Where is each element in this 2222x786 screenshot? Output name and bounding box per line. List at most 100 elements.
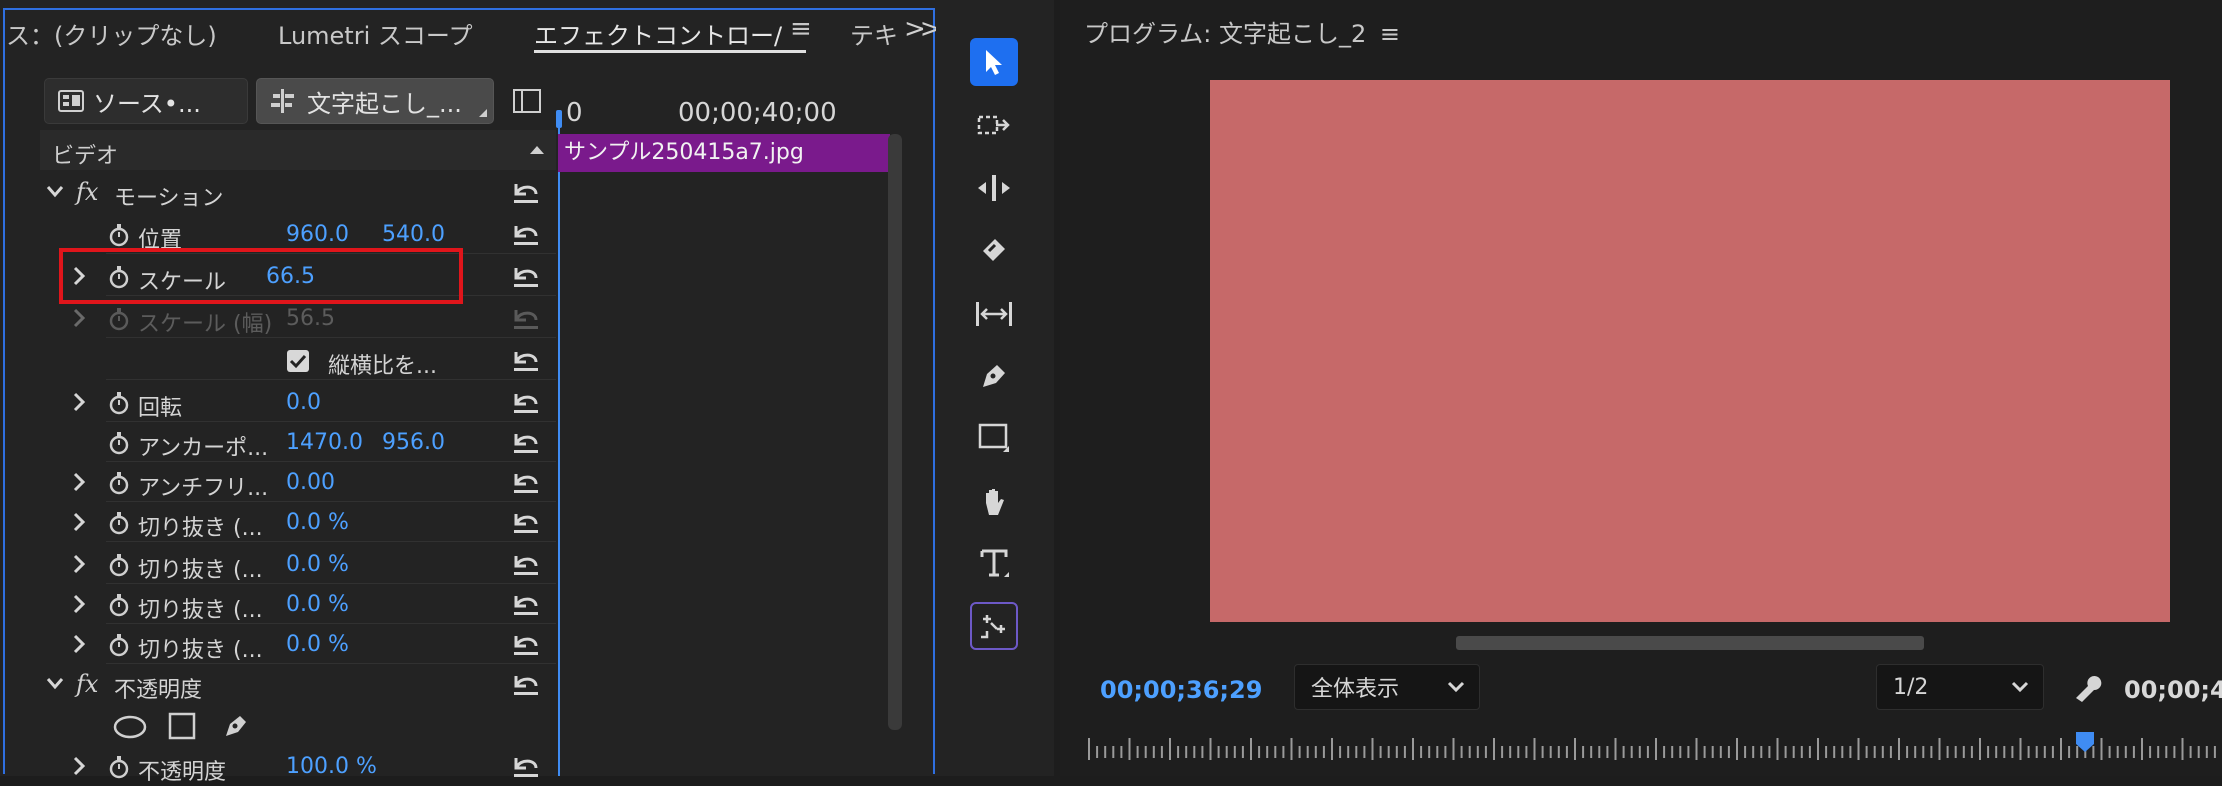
stopwatch-icon[interactable] bbox=[108, 223, 130, 247]
opacity-value[interactable]: 100.0 % bbox=[286, 754, 377, 779]
crop-value[interactable]: 0.0 % bbox=[286, 632, 349, 657]
chevron-right-icon[interactable] bbox=[72, 472, 86, 492]
tab-overflow-icon[interactable]: >> bbox=[904, 14, 941, 44]
tab-lumetri-scopes[interactable]: Lumetri スコープ bbox=[278, 16, 472, 51]
ripple-edit-tool[interactable] bbox=[970, 164, 1018, 212]
tab-text[interactable]: テキ bbox=[850, 16, 898, 51]
ruler-tick bbox=[2076, 746, 2079, 758]
show-timeline-toggle-icon[interactable] bbox=[512, 88, 542, 114]
reset-icon[interactable] bbox=[510, 510, 542, 536]
crop-value[interactable]: 0.0 % bbox=[286, 552, 349, 577]
zoom-level-dropdown[interactable]: 全体表示 bbox=[1294, 664, 1480, 710]
track-select-tool[interactable] bbox=[970, 102, 1018, 150]
hand-tool[interactable] bbox=[970, 478, 1018, 526]
auto-reframe-tool[interactable] bbox=[970, 602, 1018, 650]
wrench-icon[interactable] bbox=[2072, 672, 2104, 704]
position-x-value[interactable]: 960.0 bbox=[286, 222, 349, 247]
antiflicker-value[interactable]: 0.00 bbox=[286, 470, 335, 495]
razor-tool[interactable] bbox=[970, 226, 1018, 274]
anchor-x-value[interactable]: 1470.0 bbox=[286, 430, 363, 455]
reset-icon[interactable] bbox=[510, 672, 542, 698]
ellipse-mask-icon[interactable] bbox=[112, 714, 148, 740]
slip-tool[interactable] bbox=[970, 290, 1018, 338]
ruler-tick bbox=[1574, 738, 1576, 760]
chevron-right-icon[interactable] bbox=[72, 554, 86, 574]
reset-icon[interactable] bbox=[510, 470, 542, 496]
stopwatch-icon[interactable] bbox=[108, 511, 130, 535]
timeline-ruler[interactable] bbox=[1084, 730, 2222, 770]
opacity-label: 不透明度 bbox=[114, 678, 203, 703]
tab-source[interactable]: ス：(クリップなし) bbox=[6, 16, 217, 51]
reset-icon[interactable] bbox=[510, 552, 542, 578]
ruler-tick bbox=[1201, 746, 1204, 758]
crop-value[interactable]: 0.0 % bbox=[286, 510, 349, 535]
ruler-tick bbox=[1865, 746, 1868, 758]
crop-value[interactable]: 0.0 % bbox=[286, 592, 349, 617]
sequence-clip-selector[interactable]: 文字起こし_... bbox=[256, 78, 494, 124]
chevron-right-icon[interactable] bbox=[72, 594, 86, 614]
chevron-down-icon[interactable] bbox=[46, 184, 64, 198]
timeline-clip[interactable]: サンプル250415a7.jpg bbox=[558, 134, 890, 172]
uniform-scale-checkbox[interactable] bbox=[286, 349, 310, 373]
fx-badge-icon[interactable]: fx bbox=[76, 178, 98, 206]
playhead-handle[interactable] bbox=[556, 110, 562, 128]
reset-icon[interactable] bbox=[510, 390, 542, 416]
ruler-tick bbox=[2205, 746, 2208, 758]
collapse-up-icon[interactable] bbox=[528, 144, 546, 156]
chevron-right-icon[interactable] bbox=[72, 756, 86, 776]
reset-icon[interactable] bbox=[510, 264, 542, 290]
position-y-value[interactable]: 540.0 bbox=[382, 222, 445, 247]
source-clip-selector[interactable]: ソース•... bbox=[44, 78, 248, 124]
anchor-y-value[interactable]: 956.0 bbox=[382, 430, 445, 455]
ruler-tick bbox=[1679, 746, 1682, 758]
reset-icon[interactable] bbox=[510, 348, 542, 374]
panel-menu-icon[interactable]: ≡ bbox=[1380, 20, 1400, 48]
pen-tool[interactable] bbox=[970, 352, 1018, 400]
ruler-tick bbox=[1841, 746, 1844, 758]
stopwatch-icon[interactable] bbox=[108, 553, 130, 577]
ruler-tick bbox=[1719, 746, 1722, 758]
ruler-tick bbox=[1938, 738, 1941, 760]
pen-mask-icon[interactable] bbox=[220, 710, 252, 742]
chevron-right-icon[interactable] bbox=[72, 512, 86, 532]
stopwatch-icon[interactable] bbox=[108, 471, 130, 495]
playhead-timecode[interactable]: 00;00;36;29 bbox=[1100, 676, 1262, 704]
chevron-down-icon[interactable] bbox=[46, 676, 64, 690]
reset-icon[interactable] bbox=[510, 592, 542, 618]
reset-icon[interactable] bbox=[510, 632, 542, 658]
fx-badge-icon[interactable]: fx bbox=[76, 670, 98, 698]
stopwatch-icon[interactable] bbox=[108, 633, 130, 657]
rectangle-tool[interactable] bbox=[970, 414, 1018, 462]
rotation-value[interactable]: 0.0 bbox=[286, 390, 321, 415]
program-monitor-title[interactable]: プログラム: 文字起こし_2 ≡ bbox=[1084, 14, 1400, 49]
vertical-scrollbar[interactable] bbox=[888, 134, 902, 730]
stopwatch-icon[interactable] bbox=[108, 593, 130, 617]
reset-icon[interactable] bbox=[510, 430, 542, 456]
playback-resolution-dropdown[interactable]: 1/2 bbox=[1876, 664, 2044, 710]
ruler-tick bbox=[1857, 738, 1860, 760]
stopwatch-icon[interactable] bbox=[108, 391, 130, 415]
reset-icon[interactable] bbox=[510, 754, 542, 780]
reset-icon[interactable] bbox=[510, 180, 542, 206]
program-canvas[interactable] bbox=[1210, 80, 2170, 622]
ruler-tick bbox=[1752, 746, 1755, 758]
horizontal-scrollbar[interactable] bbox=[1456, 636, 1924, 650]
chevron-right-icon[interactable] bbox=[72, 392, 86, 412]
tab-menu-icon[interactable]: ≡ bbox=[790, 14, 812, 44]
ruler-tick bbox=[1671, 746, 1674, 758]
motion-effect-row[interactable]: fx モーション bbox=[40, 172, 556, 212]
ruler-tick bbox=[2027, 746, 2030, 758]
reset-icon[interactable] bbox=[510, 222, 542, 248]
rectangle-mask-icon[interactable] bbox=[168, 712, 196, 740]
selection-tool[interactable] bbox=[970, 38, 1018, 86]
chevron-right-icon[interactable] bbox=[72, 634, 86, 654]
type-tool[interactable] bbox=[970, 540, 1018, 588]
tab-effect-controls[interactable]: エフェクトコントロー/ bbox=[534, 16, 782, 51]
stopwatch-icon[interactable] bbox=[108, 431, 130, 455]
ruler-tick bbox=[1509, 746, 1512, 758]
stopwatch-icon[interactable] bbox=[108, 755, 130, 779]
ruler-tick bbox=[1322, 746, 1325, 758]
ruler-playhead-icon[interactable] bbox=[2076, 732, 2094, 752]
opacity-effect-row[interactable]: fx 不透明度 bbox=[40, 664, 556, 704]
ruler-tick bbox=[1444, 746, 1447, 758]
